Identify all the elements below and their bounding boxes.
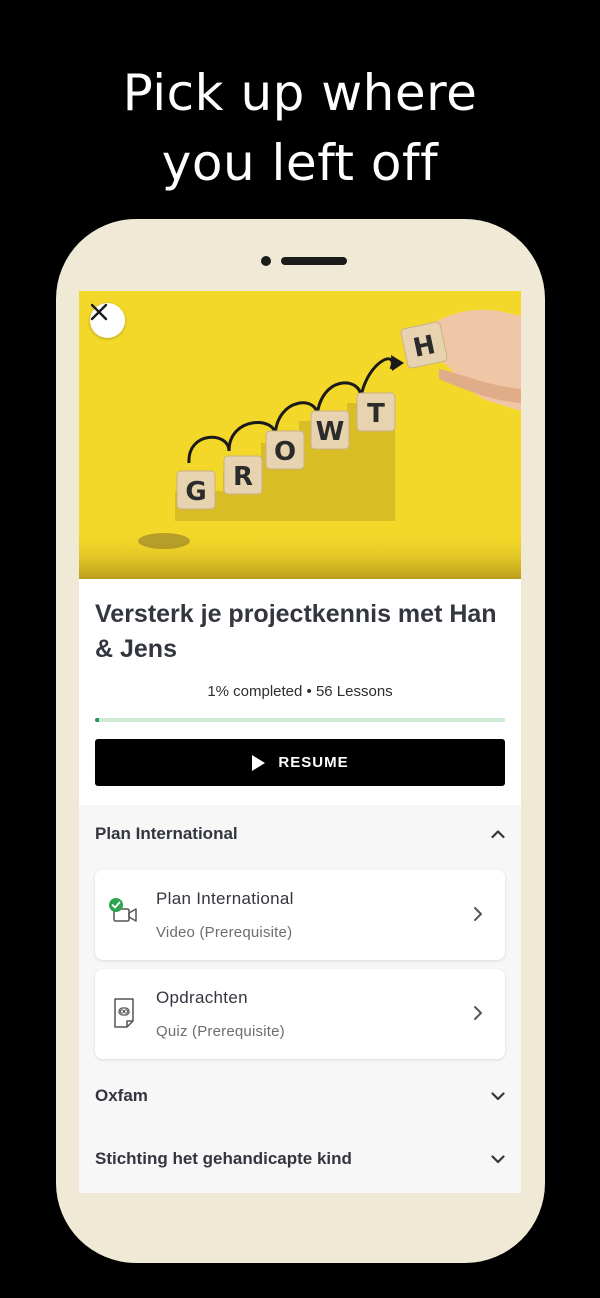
resume-button-label: RESUME [278, 754, 349, 771]
play-icon [252, 754, 266, 771]
tile-g: G [185, 477, 206, 507]
app-screen: G R O W T H Versterk je projectkennis me… [79, 291, 521, 1193]
resume-button[interactable]: RESUME [95, 739, 505, 786]
headline-line-1: Pick up where [122, 64, 478, 122]
progress-summary: 1% completed • 56 Lessons [207, 683, 393, 700]
lesson-type: Quiz (Prerequisite) [156, 1023, 285, 1040]
section-header-stichting[interactable]: Stichting het gehandicapte kind [95, 1144, 505, 1174]
lesson-title: Opdrachten [156, 988, 248, 1007]
growth-blocks-illustration: G R O W T H [79, 291, 521, 579]
chevron-right-icon [474, 907, 482, 921]
front-camera [261, 256, 271, 266]
lesson-card-plan-international[interactable]: Plan International Video (Prerequisite) [95, 870, 505, 960]
section-header-oxfam[interactable]: Oxfam [95, 1081, 505, 1111]
tile-t: T [367, 399, 385, 429]
video-camera-icon [109, 898, 137, 922]
tile-o: O [274, 437, 296, 467]
chevron-down-icon [491, 1155, 505, 1164]
section-title: Oxfam [95, 1086, 148, 1105]
chevron-down-icon [491, 1092, 505, 1101]
progress-bar-fill [95, 718, 100, 722]
course-hero-image: G R O W T H [79, 291, 521, 579]
close-icon [90, 303, 108, 321]
lesson-title: Plan International [156, 889, 294, 908]
tile-r: R [233, 462, 253, 492]
lesson-type: Video (Prerequisite) [156, 924, 293, 941]
quiz-icon [114, 998, 134, 1028]
section-header-plan-international[interactable]: Plan International [95, 819, 505, 849]
chevron-up-icon [491, 830, 505, 839]
headline: Pick up where you left off [0, 58, 600, 198]
earpiece-speaker [281, 257, 347, 265]
progress-bar [95, 718, 505, 722]
course-title: Versterk je projectkennis met Han & Jens [95, 600, 497, 663]
section-title: Stichting het gehandicapte kind [95, 1149, 352, 1168]
phone-frame: G R O W T H Versterk je projectkennis me… [56, 219, 545, 1263]
close-button[interactable] [90, 303, 125, 338]
course-info-panel: Versterk je projectkennis met Han & Jens… [79, 579, 521, 805]
chevron-right-icon [474, 1006, 482, 1020]
lesson-card-opdrachten[interactable]: Opdrachten Quiz (Prerequisite) [95, 969, 505, 1059]
tile-w: W [316, 417, 345, 447]
completed-check-icon [109, 898, 123, 912]
headline-line-2: you left off [161, 134, 439, 192]
section-title: Plan International [95, 824, 238, 843]
